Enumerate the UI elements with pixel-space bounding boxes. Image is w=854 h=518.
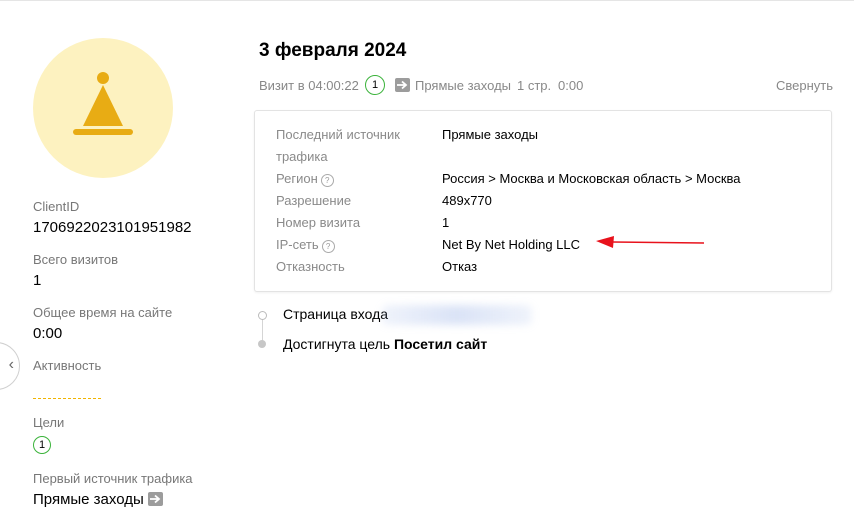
detail-label-ip-network: IP-сеть?: [276, 234, 335, 256]
region-label-text: Регион: [276, 171, 318, 186]
back-button[interactable]: ‹: [0, 342, 20, 390]
visit-goals-badge[interactable]: 1: [365, 75, 385, 95]
detail-label-resolution: Разрешение: [276, 193, 352, 208]
detail-value-bounce: Отказ: [442, 259, 478, 274]
timeline-dot: [258, 311, 267, 320]
timeline-dot: [258, 340, 266, 348]
avatar: [33, 38, 173, 178]
goals-count-badge[interactable]: 1: [33, 436, 51, 454]
visit-time: Визит в 04:00:22: [259, 78, 359, 93]
visit-duration: 0:00: [558, 78, 584, 93]
help-icon[interactable]: ?: [321, 240, 335, 253]
detail-label-last-source: Последний источник: [276, 127, 400, 142]
total-time-label: Общее время на сайте: [33, 305, 173, 320]
detail-label-last-source-line2: трафика: [276, 149, 328, 164]
bell-icon: [73, 72, 133, 135]
detail-value-region: Россия > Москва и Московская область > М…: [442, 171, 741, 186]
detail-label-region: Регион?: [276, 168, 334, 190]
detail-value-resolution: 489x770: [442, 193, 492, 208]
visit-source: Прямые заходы: [415, 78, 512, 93]
goals-label: Цели: [33, 415, 65, 430]
first-source-label: Первый источник трафика: [33, 471, 193, 486]
annotation-arrow: [596, 236, 705, 248]
activity-label: Активность: [33, 358, 102, 373]
goal-reached-row: Достигнута цель Посетил сайт: [283, 336, 487, 352]
visit-date-title: 3 февраля 2024: [259, 40, 407, 61]
client-id-label: ClientID: [33, 199, 80, 214]
detail-value-visit-number: 1: [442, 215, 450, 230]
total-visits-value: 1: [33, 272, 42, 289]
goal-name: Посетил сайт: [393, 336, 488, 352]
detail-value-ip-network: Net By Net Holding LLC: [442, 237, 581, 252]
first-source-value: Прямые заходы: [33, 491, 163, 508]
chevron-left-icon: ‹: [8, 356, 14, 373]
first-source-text: Прямые заходы: [33, 491, 144, 508]
ip-network-label-text: IP-сеть: [276, 237, 319, 252]
direct-arrow-icon: [147, 492, 163, 506]
client-id-value: 1706922023101951982: [33, 219, 192, 236]
visit-pages: 1 стр.: [517, 78, 552, 93]
entry-page-url-blurred[interactable]: [382, 305, 532, 325]
detail-value-last-source: Прямые заходы: [442, 127, 539, 142]
activity-indicator: [33, 398, 101, 399]
detail-label-visit-number: Номер визита: [276, 215, 361, 230]
direct-arrow-icon: [395, 78, 410, 92]
total-time-value: 0:00: [33, 325, 63, 342]
entry-page-label: Страница входа: [283, 306, 389, 322]
detail-label-bounce: Отказность: [276, 259, 345, 274]
top-divider: [0, 0, 854, 1]
goal-reached-prefix: Достигнута цель: [283, 336, 391, 352]
collapse-link[interactable]: Свернуть: [776, 78, 833, 93]
help-icon[interactable]: ?: [320, 174, 334, 187]
total-visits-label: Всего визитов: [33, 252, 119, 267]
